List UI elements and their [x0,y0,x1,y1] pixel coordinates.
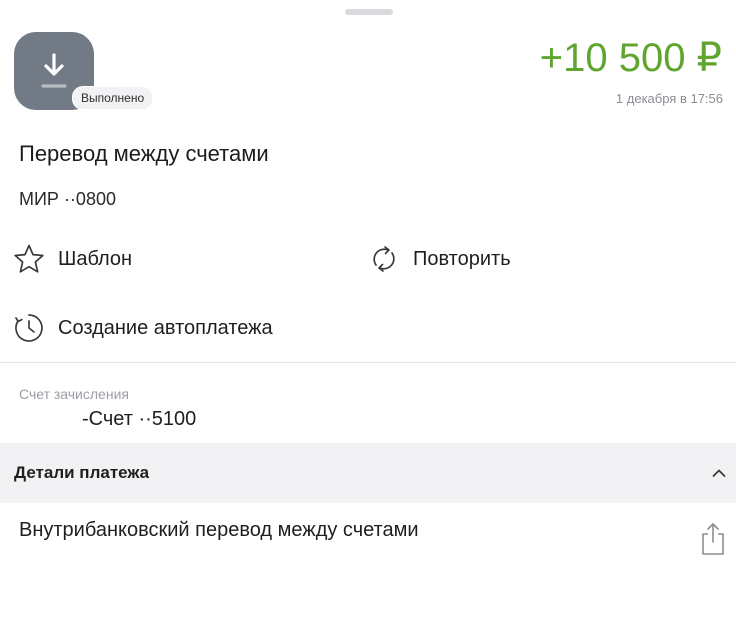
payment-details-header[interactable]: Детали платежа [0,443,736,503]
transaction-datetime: 1 декабря в 17:56 [615,91,723,106]
account-field-value: -Счет ··5100 [82,408,197,430]
share-button[interactable] [699,521,727,557]
transaction-amount: +10 500 ₽ [539,36,722,80]
account-field-caption: Счет зачисления [19,386,129,402]
operation-title: Перевод между счетами [19,141,269,166]
autopay-label: Создание автоплатежа [58,317,273,339]
operation-sheet: Выполнено +10 500 ₽ 1 декабря в 17:56 Пе… [0,0,736,631]
card-number: МИР ··0800 [19,189,116,209]
chevron-up-icon [712,465,726,483]
share-icon [702,523,724,555]
payment-details-title: Детали платежа [14,463,150,482]
repeat-label: Повторить [413,248,511,270]
sheet-grabber[interactable] [345,9,393,15]
repeat-icon [367,242,401,276]
star-icon [12,242,46,276]
template-label: Шаблон [58,248,133,270]
repeat-button[interactable]: Повторить [367,241,511,277]
template-button[interactable]: Шаблон [12,241,132,277]
status-badge: Выполнено [72,86,154,110]
download-icon [41,53,67,88]
clock-icon [12,311,46,345]
divider [0,362,736,363]
payment-details-text: Внутрибанковский перевод между счетами [19,519,419,541]
autopay-button[interactable]: Создание автоплатежа [12,310,273,346]
